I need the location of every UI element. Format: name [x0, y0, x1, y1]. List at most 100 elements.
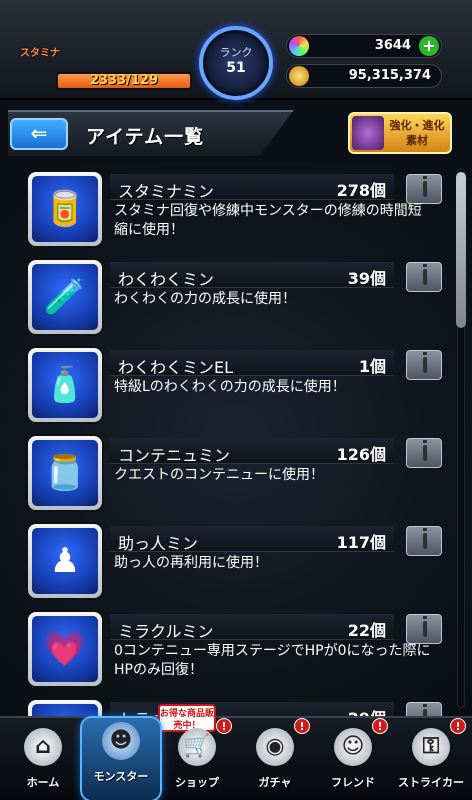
item-count: 278個 [336, 181, 386, 200]
item-count: 39個 [347, 269, 386, 288]
list-item[interactable]: 🫙 コンテニュミン 126個 クエストのコンテニューに使用！ [28, 432, 442, 516]
nav-label: ショップ [175, 776, 219, 789]
item-name-bar: トラベルベル29個 [110, 702, 394, 716]
item-name: わくわくミンEL [118, 358, 234, 377]
item-name-bar: 助っ人ミン 117個 [110, 526, 394, 553]
item-description: クエストのコンテニューに使用！ [114, 467, 324, 483]
item-count: 1個 [358, 357, 386, 376]
notification-badge: ! [216, 718, 232, 734]
info-icon [423, 616, 427, 637]
nav-item-shop-cart[interactable]: 🛒 ショップ! [158, 718, 236, 798]
stamina-bar: 2333/129 [56, 72, 192, 90]
item-icon-frame[interactable]: 🔔 [28, 700, 102, 716]
gacha-icon: ◉ [256, 728, 294, 766]
list-item[interactable]: ♟ 助っ人ミン 117個助っ人の再利用に使用！ [28, 520, 442, 604]
pawn-icon: ♟ [32, 528, 98, 594]
gold-value: 95,315,374 [348, 68, 431, 83]
item-icon-frame[interactable]: ♟ [28, 524, 102, 598]
bottle-el-icon: 🧴 [32, 352, 98, 418]
friend-icon: ☺ [334, 728, 372, 766]
item-icon-frame[interactable]: 🥫 [28, 172, 102, 246]
list-item[interactable]: 🥫 スタミナミン 278個スタミナ回復や修練中モンスターの修練の時間短縮に使用！ [28, 168, 442, 252]
nav-item-gacha[interactable]: ◉ ガチャ! [236, 718, 314, 798]
item-description: わくわくの力の成長に使用！ [114, 291, 296, 307]
jar-icon: 🫙 [32, 440, 98, 506]
nav-item-monster[interactable]: ☻ モンスター [82, 718, 160, 800]
rank-badge[interactable]: ランク 51 [199, 26, 273, 100]
page-header: ⇐ アイテム一覧 強化・進化素材 [0, 106, 472, 162]
item-icon-frame[interactable]: 💗 [28, 612, 102, 686]
item-name: コンテニュミン [118, 446, 231, 465]
item-name-bar: ミラクルミン 22個 [110, 614, 394, 641]
info-icon [423, 704, 427, 716]
item-icon-frame[interactable]: 🧴 [28, 348, 102, 422]
list-item[interactable]: 💗 ミラクルミン 22個 0コンテニュー専用ステージでHPが0になった際にHPのみ回復… [28, 608, 442, 692]
striker-icon: ⚿ [412, 728, 450, 766]
info-icon [423, 440, 427, 461]
status-bar: スタミナ 2333/129 ランク 51 3644 + 95,315,374 [0, 0, 472, 100]
nav-label: モンスター [93, 770, 149, 783]
item-description: 助っ人の再利用に使用！ [114, 555, 268, 571]
notification-badge: ! [372, 718, 388, 734]
orb-counter: 3644 + [286, 34, 442, 58]
info-icon [423, 176, 427, 197]
item-description: 0コンテニュー専用ステージでHPが0になった際にHPのみ回復！ [114, 643, 431, 678]
notification-badge: ! [294, 718, 310, 734]
scrollbar-thumb[interactable] [456, 172, 466, 328]
can-icon: 🥫 [32, 176, 98, 242]
item-info-button[interactable] [406, 350, 442, 380]
item-info-button[interactable] [406, 526, 442, 556]
rank-label: ランク [219, 46, 253, 59]
info-icon [423, 528, 427, 549]
bottom-navigation: お得な商品販売中！ ⌂ ホーム ☻ モンスター 🛒 ショップ! ◉ ガチャ! ☺ フレンド! ⚿ スト… [0, 704, 472, 800]
item-description: スタミナ回復や修練中モンスターの修練の時間短縮に使用！ [114, 203, 422, 238]
item-description: 特級Lのわくわくの力の成長に使用！ [114, 379, 346, 395]
item-name-bar: スタミナミン 278個 [110, 174, 394, 201]
orb-value: 3644 [374, 38, 411, 53]
item-icon-frame[interactable]: 🧪 [28, 260, 102, 334]
home-icon: ⌂ [24, 728, 62, 766]
stamina-label: スタミナ [20, 48, 60, 59]
nav-label: ガチャ [258, 776, 292, 789]
list-item[interactable]: 🧪 わくわくミン 39個わくわくの力の成長に使用！ [28, 256, 442, 340]
heart-potion-icon: 💗 [32, 616, 98, 682]
notification-badge: ! [450, 718, 466, 734]
info-icon [423, 352, 427, 373]
item-info-button[interactable] [406, 614, 442, 644]
page-title: アイテム一覧 [86, 126, 205, 148]
item-list[interactable]: 🥫 スタミナミン 278個スタミナ回復や修練中モンスターの修練の時間短縮に使用！ 🧪 わ… [0, 162, 472, 716]
monster-icon: ☻ [102, 722, 140, 760]
item-count: 29個 [348, 705, 386, 716]
shop-cart-icon: 🛒 [178, 728, 216, 766]
item-name: わくわくミン [118, 270, 215, 289]
item-icon-frame[interactable]: 🫙 [28, 436, 102, 510]
nav-item-striker[interactable]: ⚿ ストライカー! [392, 718, 470, 798]
item-name-bar: わくわくミン 39個 [110, 262, 394, 289]
evolve-materials-button[interactable]: 強化・進化素材 [348, 112, 452, 154]
item-count: 22個 [347, 621, 386, 640]
list-item[interactable]: 🔔 トラベルベル29個 [28, 696, 442, 716]
item-info-button[interactable] [406, 702, 442, 716]
nav-label: フレンド [331, 776, 375, 789]
nav-item-home[interactable]: ⌂ ホーム [4, 724, 82, 798]
item-info-button[interactable] [406, 174, 442, 204]
item-name: 助っ人ミン [118, 534, 199, 553]
list-item[interactable]: 🧴 わくわくミンEL 1個 特級Lのわくわくの力の成長に使用！ [28, 344, 442, 428]
item-count: 117個 [336, 533, 386, 552]
item-name-bar: コンテニュミン 126個 [110, 438, 394, 465]
item-info-button[interactable] [406, 262, 442, 292]
orb-icon [289, 36, 309, 56]
bottle-icon: 🧪 [32, 264, 98, 330]
stamina-value: 2333/129 [89, 73, 159, 88]
item-name-bar: わくわくミンEL 1個 [110, 350, 394, 377]
materials-icon [352, 116, 384, 150]
item-info-button[interactable] [406, 438, 442, 468]
gold-coin-icon [289, 66, 309, 86]
add-orb-button[interactable]: + [419, 36, 439, 56]
gold-counter: 95,315,374 [286, 64, 442, 88]
item-count: 126個 [336, 445, 386, 464]
back-button[interactable]: ⇐ [10, 118, 68, 150]
nav-item-friend[interactable]: ☺ フレンド! [314, 718, 392, 798]
item-name: スタミナミン [118, 182, 215, 201]
rank-value: 51 [226, 60, 246, 76]
